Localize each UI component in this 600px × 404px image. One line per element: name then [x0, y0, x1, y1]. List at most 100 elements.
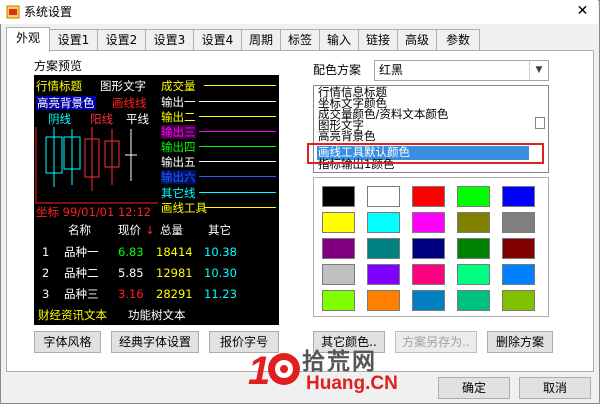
row-price: 6.83	[118, 245, 144, 259]
color-swatch[interactable]	[457, 212, 490, 233]
row-other: 10.30	[204, 266, 237, 280]
preview-output-6: 输出六	[161, 170, 196, 184]
preview-candlesticks	[35, 127, 158, 204]
delete-scheme-button[interactable]: 删除方案	[487, 331, 553, 353]
watermark-url: Huang.CN	[306, 373, 398, 394]
tab-7[interactable]: 输入	[319, 29, 359, 50]
color-swatch[interactable]	[367, 290, 400, 311]
line-output-5	[199, 161, 276, 162]
tab-0[interactable]: 外观	[6, 27, 50, 52]
preview-header-other: 其它	[208, 223, 231, 237]
color-swatch[interactable]	[322, 264, 355, 285]
preview-header-name: 名称	[68, 223, 91, 237]
color-swatch[interactable]	[502, 238, 535, 259]
scheme-preview: 行情标题 图形文字 高亮背景色 画线线 阴线 阳线 平线 成交量 输出一 输出二…	[34, 75, 279, 325]
color-swatch[interactable]	[412, 264, 445, 285]
list-item-selected[interactable]: 画线工具默认颜色	[318, 146, 410, 159]
row-name: 品种二	[64, 266, 99, 280]
preview-coord-text: 坐标 99/01/01 12:12	[36, 205, 152, 219]
preview-volume: 成交量	[161, 79, 196, 93]
row-price: 5.85	[118, 266, 144, 280]
color-swatch[interactable]	[412, 238, 445, 259]
preview-draw-tool: 画线工具	[161, 201, 207, 215]
preview-output-2: 输出二	[161, 110, 196, 124]
line-output-3	[199, 131, 276, 132]
preview-header-volume: 总量	[160, 223, 183, 237]
color-swatch[interactable]	[322, 290, 355, 311]
preview-header-price: 现价	[118, 223, 141, 237]
row-other: 10.38	[204, 245, 237, 259]
preview-func-tree-text: 功能树文本	[128, 308, 186, 322]
row-index: 1	[42, 245, 50, 259]
color-swatch[interactable]	[412, 290, 445, 311]
preview-draw-line: 画线线	[112, 96, 147, 110]
tab-8[interactable]: 链接	[358, 29, 398, 50]
ok-button[interactable]: 确定	[438, 377, 510, 399]
list-item[interactable]: 高亮背景色	[318, 130, 376, 143]
scheme-select[interactable]: 红黑 ▼	[374, 60, 549, 81]
tab-5[interactable]: 周期	[241, 29, 281, 50]
watermark-cn: 拾荒网	[302, 349, 377, 375]
chevron-down-icon[interactable]: ▼	[529, 61, 548, 80]
tab-10[interactable]: 参数	[436, 29, 480, 50]
close-button[interactable]: ✕	[567, 0, 598, 23]
color-swatch[interactable]	[322, 186, 355, 207]
tab-2[interactable]: 设置2	[97, 29, 146, 50]
svg-text:1: 1	[248, 349, 270, 393]
color-swatch[interactable]	[322, 212, 355, 233]
cancel-button[interactable]: 取消	[519, 377, 591, 399]
tab-4[interactable]: 设置4	[193, 29, 242, 50]
line-output-4	[199, 146, 276, 147]
line-other	[199, 192, 276, 193]
color-swatch[interactable]	[412, 212, 445, 233]
line-draw-tool	[204, 207, 276, 208]
preview-yang-line: 阳线	[90, 112, 113, 126]
save-scheme-as-button[interactable]: 方案另存为..	[395, 331, 477, 353]
scheme-select-value: 红黑	[379, 63, 404, 77]
preview-output-5: 输出五	[161, 155, 196, 169]
scheme-preview-label: 方案预览	[34, 59, 83, 73]
app-icon	[6, 5, 20, 19]
color-swatch[interactable]	[322, 238, 355, 259]
tab-6[interactable]: 标签	[280, 29, 320, 50]
watermark-logo: 1 拾荒网 Huang.CN	[246, 340, 406, 396]
preview-other-line: 其它线	[161, 186, 196, 200]
tab-9[interactable]: 高级	[397, 29, 437, 50]
tab-1[interactable]: 设置1	[49, 29, 98, 50]
color-swatch[interactable]	[367, 264, 400, 285]
window-title: 系统设置	[24, 5, 73, 19]
line-volume	[204, 85, 276, 86]
line-output-6	[199, 176, 276, 177]
color-swatch[interactable]	[457, 186, 490, 207]
preview-finance-text: 财经资讯文本	[38, 308, 107, 322]
preview-output-3: 输出三	[161, 125, 196, 139]
title-bar: 系统设置 ✕	[0, 0, 598, 24]
row-index: 2	[42, 266, 50, 280]
color-swatch[interactable]	[502, 186, 535, 207]
row-index: 3	[42, 287, 50, 301]
preview-output-4: 输出四	[161, 140, 196, 154]
color-swatch[interactable]	[367, 212, 400, 233]
color-swatch[interactable]	[457, 238, 490, 259]
classic-font-button[interactable]: 经典字体设置	[111, 331, 199, 353]
color-swatch[interactable]	[457, 290, 490, 311]
font-style-button[interactable]: 字体风格	[34, 331, 101, 353]
sort-arrow-icon: ↓	[145, 223, 155, 237]
preview-graph-text: 图形文字	[100, 79, 146, 93]
color-swatch[interactable]	[502, 290, 535, 311]
row-name: 品种一	[64, 245, 99, 259]
color-swatch[interactable]	[367, 186, 400, 207]
color-swatch[interactable]	[367, 238, 400, 259]
color-swatch[interactable]	[502, 212, 535, 233]
color-swatch[interactable]	[412, 186, 445, 207]
color-swatch[interactable]	[457, 264, 490, 285]
row-price: 3.16	[118, 287, 144, 301]
preview-flat-line: 平线	[126, 112, 149, 126]
color-palette	[313, 177, 549, 317]
row-volume: 18414	[156, 245, 193, 259]
list-checkbox[interactable]	[535, 117, 545, 129]
preview-yin-line: 阴线	[48, 112, 71, 126]
tab-3[interactable]: 设置3	[145, 29, 194, 50]
scheme-label: 配色方案	[313, 63, 362, 77]
color-swatch[interactable]	[502, 264, 535, 285]
